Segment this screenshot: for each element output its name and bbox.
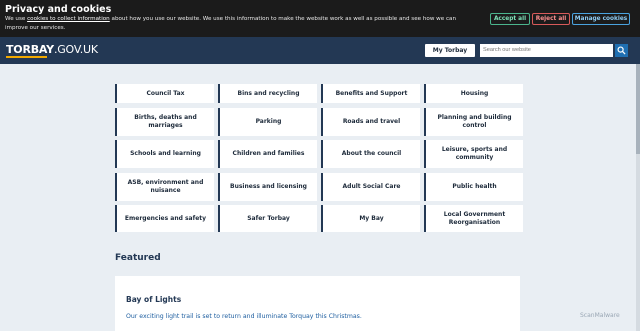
service-tile[interactable]: Planning and building control — [424, 108, 523, 136]
featured-card-text: Our exciting light trail is set to retur… — [126, 313, 362, 320]
logo-rest: .GOV.UK — [53, 43, 98, 56]
search-button[interactable] — [615, 44, 628, 57]
search-icon — [617, 46, 626, 55]
service-tile[interactable]: ASB, environment and nuisance — [115, 173, 214, 201]
featured-card-title[interactable]: Bay of Lights — [126, 295, 181, 304]
reject-all-button[interactable]: Reject all — [532, 13, 570, 25]
service-tile[interactable]: Leisure, sports and community — [424, 140, 523, 168]
logo-underline — [6, 56, 47, 58]
service-tile[interactable]: Council Tax — [115, 84, 214, 103]
my-torbay-button[interactable]: My Torbay — [425, 44, 475, 57]
site-logo[interactable]: TORBAY.GOV.UK — [6, 43, 98, 56]
service-tile[interactable]: Schools and learning — [115, 140, 214, 168]
cookie-banner: Privacy and cookies We use cookies to co… — [0, 0, 640, 37]
cookie-banner-title: Privacy and cookies — [5, 4, 112, 15]
service-tile[interactable]: Business and licensing — [218, 173, 317, 201]
scrollbar-thumb[interactable] — [636, 64, 640, 154]
service-tile[interactable]: Emergencies and safety — [115, 205, 214, 232]
cookie-text-start: We use — [5, 16, 28, 22]
accept-all-button[interactable]: Accept all — [490, 13, 530, 25]
cookie-info-link[interactable]: cookies to collect information — [27, 16, 110, 22]
service-tile[interactable]: Parking — [218, 108, 317, 136]
service-tile[interactable]: Bins and recycling — [218, 84, 317, 103]
service-tile[interactable]: Benefits and Support — [321, 84, 420, 103]
featured-heading: Featured — [115, 253, 161, 263]
service-tile[interactable]: Children and families — [218, 140, 317, 168]
watermark: ScanMalware — [580, 312, 620, 319]
manage-cookies-button[interactable]: Manage cookies — [572, 13, 630, 25]
search-input[interactable] — [480, 44, 613, 57]
site-header: TORBAY.GOV.UK My Torbay — [0, 37, 640, 64]
service-tile[interactable]: Births, deaths and marriages — [115, 108, 214, 136]
service-tile[interactable]: My Bay — [321, 205, 420, 232]
service-tile[interactable]: Local Government Reorganisation — [424, 205, 523, 232]
service-tile[interactable]: Roads and travel — [321, 108, 420, 136]
logo-bold: TORBAY — [6, 43, 54, 56]
featured-card[interactable]: Bay of Lights Our exciting light trail i… — [115, 276, 520, 331]
service-tile[interactable]: Public health — [424, 173, 523, 201]
cookie-banner-text: We use cookies to collect information ab… — [5, 15, 475, 33]
service-tile[interactable]: Safer Torbay — [218, 205, 317, 232]
service-tile[interactable]: About the council — [321, 140, 420, 168]
service-tile[interactable]: Adult Social Care — [321, 173, 420, 201]
service-tile[interactable]: Housing — [424, 84, 523, 103]
